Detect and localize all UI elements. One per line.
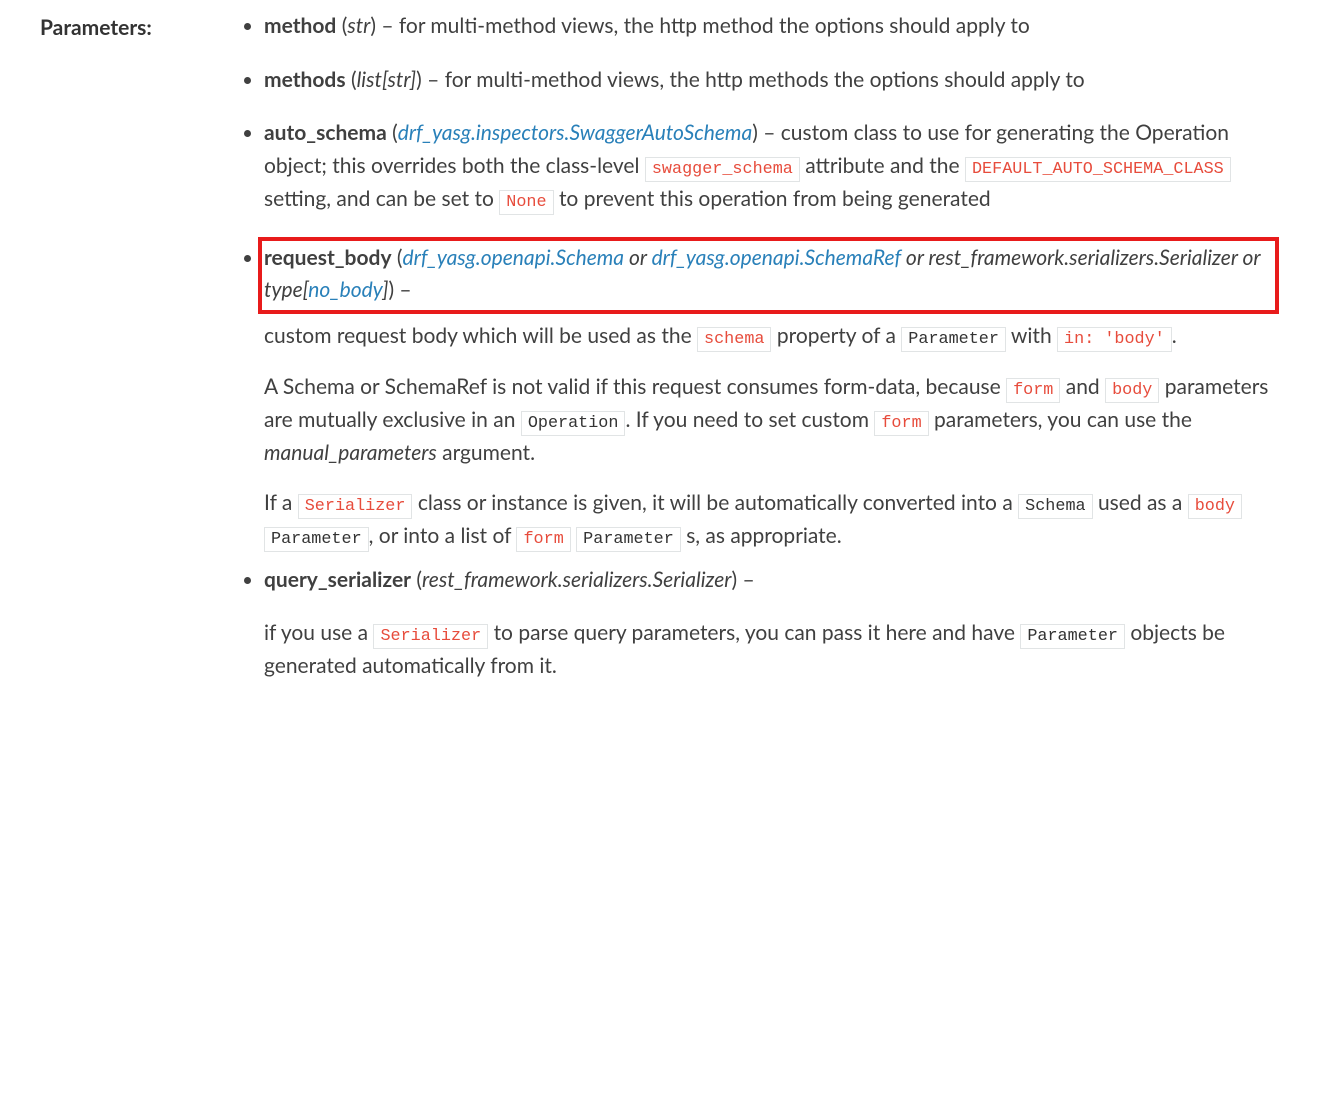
sep: – (422, 67, 445, 92)
code-parameter: Parameter (901, 327, 1006, 352)
code-form: form (874, 411, 928, 436)
code-serializer: Serializer (373, 624, 488, 649)
text: . If you need to set custom (625, 407, 874, 432)
code-parameter: Parameter (576, 527, 681, 552)
text: attribute and the (800, 153, 965, 178)
param-auto-schema: auto_schema (drf_yasg.inspectors.Swagger… (264, 117, 1279, 216)
param-name: auto_schema (264, 120, 387, 145)
highlight-annotation: request_body (drf_yasg.openapi.Schema or… (258, 237, 1279, 314)
code-schema: Schema (1018, 494, 1092, 519)
code-in-body: in: 'body' (1057, 327, 1172, 352)
text: parameters, you can use the (929, 407, 1192, 432)
type-bracket: ] (382, 277, 388, 302)
param-type: list[str] (357, 67, 417, 92)
text: class or instance is given, it will be a… (412, 490, 1018, 515)
field-label: Parameters: (40, 10, 220, 693)
param-methods: methods (list[str]) – for multi-method v… (264, 64, 1279, 97)
text: to parse query parameters, you can pass … (488, 620, 1020, 645)
text: If a (264, 490, 298, 515)
sep: – (758, 120, 781, 145)
or: or (624, 245, 652, 270)
code-parameter: Parameter (264, 527, 369, 552)
type-link-schema-ref[interactable]: drf_yasg.openapi.SchemaRef (652, 245, 901, 270)
type-link-swagger-auto-schema[interactable]: drf_yasg.inspectors.SwaggerAutoSchema (398, 120, 752, 145)
param-query-serializer: query_serializer (rest_framework.seriali… (264, 564, 1279, 683)
code-schema: schema (697, 327, 771, 352)
param-list: method (str) – for multi-method views, t… (240, 10, 1279, 683)
request-body-desc-3: If a Serializer class or instance is giv… (264, 487, 1279, 553)
type-link-schema[interactable]: drf_yasg.openapi.Schema (403, 245, 625, 270)
param-name: query_serializer (264, 567, 411, 592)
code-default-auto-schema-class: DEFAULT_AUTO_SCHEMA_CLASS (965, 157, 1231, 182)
sep: – (376, 13, 399, 38)
param-method: method (str) – for multi-method views, t… (264, 10, 1279, 43)
param-name: methods (264, 67, 346, 92)
text: s, as appropriate. (681, 523, 842, 548)
code-body: body (1105, 378, 1159, 403)
text: argument. (437, 440, 535, 465)
code-body: body (1188, 494, 1242, 519)
text: and (1060, 374, 1105, 399)
param-name: request_body (264, 245, 392, 270)
text: . (1172, 323, 1177, 348)
text: A Schema or SchemaRef is not valid if th… (264, 374, 1006, 399)
text: with (1006, 323, 1057, 348)
or: or (901, 245, 929, 270)
param-type: rest_framework.serializers.Serializer (422, 567, 731, 592)
param-name: method (264, 13, 336, 38)
request-body-desc-1: custom request body which will be used a… (264, 320, 1279, 353)
code-parameter: Parameter (1020, 624, 1125, 649)
code-serializer: Serializer (298, 494, 413, 519)
text: to prevent this operation from being gen… (554, 186, 991, 211)
request-body-desc-2: A Schema or SchemaRef is not valid if th… (264, 371, 1279, 470)
type-serializer: rest_framework.serializers.Serializer (929, 245, 1238, 270)
code-none: None (499, 190, 553, 215)
text: setting, and can be set to (264, 186, 499, 211)
query-serializer-desc: if you use a Serializer to parse query p… (264, 617, 1279, 683)
type-link-no-body[interactable]: no_body (308, 277, 382, 302)
code-form: form (516, 527, 570, 552)
sep: – (737, 567, 755, 592)
sep: – (394, 277, 412, 302)
param-request-body: request_body (drf_yasg.openapi.Schema or… (264, 237, 1279, 554)
parameters-field-list: Parameters: method (str) – for multi-met… (40, 10, 1279, 693)
param-desc: for multi-method views, the http methods… (445, 67, 1085, 92)
text: used as a (1093, 490, 1188, 515)
code-form: form (1006, 378, 1060, 403)
text: if you use a (264, 620, 373, 645)
text: property of a (771, 323, 901, 348)
param-desc: for multi-method views, the http method … (399, 13, 1030, 38)
field-body: method (str) – for multi-method views, t… (240, 10, 1279, 693)
text: custom request body which will be used a… (264, 323, 697, 348)
em-manual-parameters: manual_parameters (264, 440, 437, 465)
param-type: str (347, 13, 370, 38)
text: , or into a list of (369, 523, 517, 548)
code-operation: Operation (521, 411, 626, 436)
type-bracket: type[ (264, 277, 308, 302)
code-swagger-schema: swagger_schema (645, 157, 800, 182)
or: or (1238, 245, 1261, 270)
